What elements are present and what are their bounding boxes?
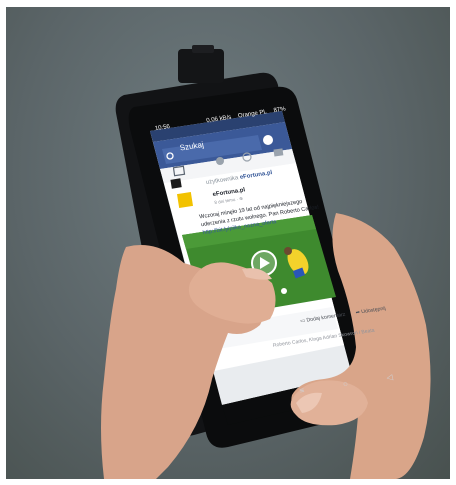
nav-back-button[interactable]: ◁: [386, 372, 394, 382]
status-network-speed: 0,06 kB/s: [205, 114, 232, 125]
comment-action-label: Dodaj komentarz: [305, 311, 347, 324]
comment-action[interactable]: ▭ Dodaj komentarz: [300, 312, 346, 325]
status-battery: 87%: [273, 106, 287, 115]
user-prefix: użytkownika: [205, 175, 240, 187]
nav-home-button[interactable]: ○: [342, 379, 349, 389]
shared-by-line: użytkownika eFortuna.pl: [205, 170, 273, 186]
footer-text: Roberto Carlos, Kinga Adrian Skowroń i B…: [272, 327, 376, 349]
screen-text-layer: 10:56 0,06 kB/s Orange PL 87% Szukaj uży…: [6, 7, 450, 479]
nav-menu-button[interactable]: ≡: [299, 386, 306, 396]
search-placeholder[interactable]: Szukaj: [179, 140, 205, 152]
status-bar: 10:56 0,06 kB/s Orange PL 87%: [154, 105, 295, 136]
status-time: 10:56: [154, 123, 171, 133]
android-nav-buttons: ≡ ○ ◁: [299, 369, 418, 395]
share-action[interactable]: ➦ Udostępnij: [355, 306, 386, 316]
share-action-label: Udostępnij: [360, 305, 387, 316]
page-name[interactable]: eFortuna.pl: [239, 170, 273, 181]
status-carrier: Orange PL: [237, 109, 268, 120]
photo: 10:56 0,06 kB/s Orange PL 87% Szukaj uży…: [6, 7, 450, 479]
image-frame: 10:56 0,06 kB/s Orange PL 87% Szukaj uży…: [0, 0, 456, 485]
